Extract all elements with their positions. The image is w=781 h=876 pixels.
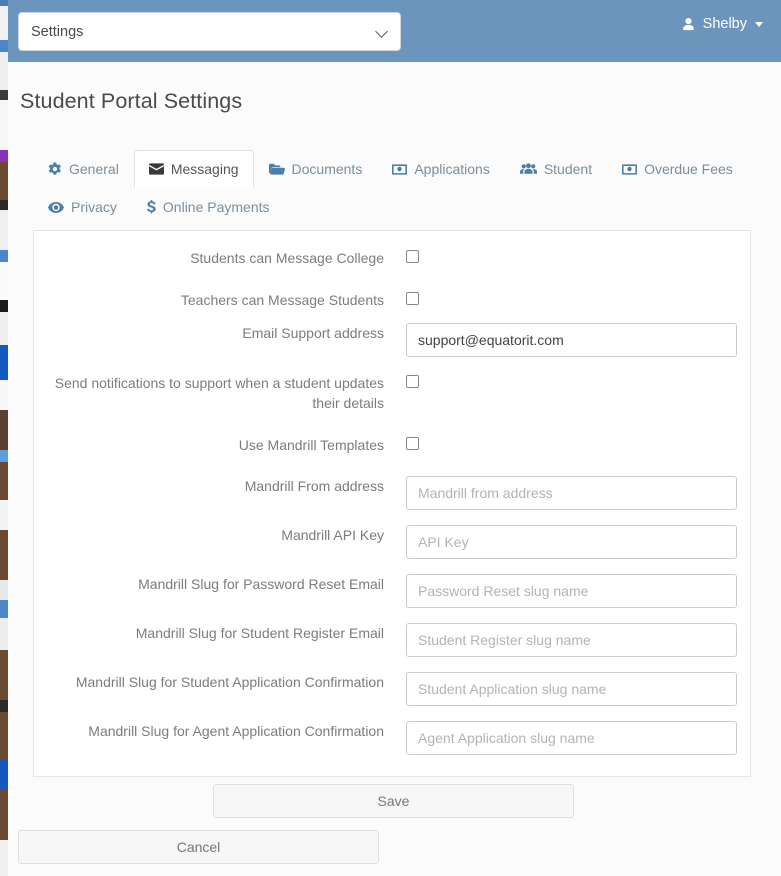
- field-control: [406, 476, 752, 510]
- field-label-mandrill-slug-agent-application: Mandrill Slug for Agent Application Conf…: [88, 723, 384, 739]
- tab-documents[interactable]: Documents: [254, 150, 378, 188]
- field-label-students-can-message-college: Students can Message College: [190, 250, 384, 266]
- form-row: Students can Message College: [34, 248, 752, 269]
- field-control: [406, 525, 752, 559]
- field-control: [406, 623, 752, 657]
- tab-label: Student: [543, 161, 593, 177]
- input-mandrill-slug-student-application[interactable]: [406, 672, 737, 706]
- tab-messaging[interactable]: Messaging: [133, 150, 254, 188]
- tab-label: Applications: [414, 161, 490, 177]
- input-mandrill-from-address[interactable]: [406, 476, 737, 510]
- tab-online-payments[interactable]: Online Payments: [132, 188, 285, 226]
- field-control: [406, 721, 752, 755]
- checkbox-students-can-message-college[interactable]: [406, 250, 419, 263]
- user-icon: [681, 17, 696, 32]
- cancel-button[interactable]: Cancel: [18, 830, 379, 864]
- folder-icon: [268, 163, 285, 175]
- tab-label: Overdue Fees: [644, 161, 733, 177]
- tab-label: Online Payments: [162, 199, 270, 215]
- checkbox-teachers-can-message-students[interactable]: [406, 292, 419, 305]
- settings-form-card: Students can Message College Teachers can…: [33, 230, 751, 777]
- field-control: [406, 574, 752, 608]
- field-label-teachers-can-message-students: Teachers can Message Students: [180, 292, 384, 308]
- field-label-mandrill-slug-password-reset: Mandrill Slug for Password Reset Email: [138, 576, 384, 592]
- form-row: Use Mandrill Templates: [34, 435, 752, 456]
- users-icon: [519, 163, 537, 175]
- form-row: Mandrill Slug for Agent Application Conf…: [34, 721, 752, 755]
- input-mandrill-slug-student-register[interactable]: [406, 623, 737, 657]
- tab-label: General: [69, 161, 119, 177]
- field-control: [406, 373, 752, 388]
- dollar-icon: [146, 200, 156, 214]
- field-label-mandrill-slug-student-register: Mandrill Slug for Student Register Email: [135, 625, 384, 641]
- tab-overdue-fees[interactable]: Overdue Fees: [607, 150, 748, 188]
- user-menu-label: Shelby: [702, 16, 747, 32]
- tab-student[interactable]: Student: [505, 150, 607, 188]
- checkbox-use-mandrill-templates[interactable]: [406, 437, 419, 450]
- top-header-bar: Settings Shelby: [8, 0, 781, 62]
- chevron-down-icon: [377, 26, 388, 37]
- page-content: Student Portal Settings General Messaging…: [8, 62, 781, 876]
- save-button[interactable]: Save: [213, 784, 574, 818]
- input-email-support-address[interactable]: [406, 323, 737, 357]
- context-select[interactable]: Settings: [18, 12, 401, 51]
- field-control: [406, 290, 752, 305]
- tab-label: Privacy: [71, 199, 117, 215]
- input-mandrill-slug-password-reset[interactable]: [406, 574, 737, 608]
- field-label-use-mandrill-templates: Use Mandrill Templates: [238, 437, 384, 453]
- field-label-mandrill-slug-student-application: Mandrill Slug for Student Application Co…: [75, 674, 384, 690]
- field-control: [406, 435, 752, 450]
- app-window: Settings Shelby Student Portal Settings …: [0, 0, 781, 876]
- caret-down-icon: [755, 21, 763, 27]
- envelope-icon: [148, 163, 164, 175]
- tab-privacy[interactable]: Privacy: [33, 188, 132, 226]
- money-icon: [392, 163, 408, 175]
- settings-tabs: General Messaging Documents Applications Stu…: [33, 150, 753, 226]
- form-row: Mandrill API Key: [34, 525, 752, 559]
- context-select-value: Settings: [31, 23, 84, 40]
- input-mandrill-slug-agent-application[interactable]: [406, 721, 737, 755]
- tab-label: Documents: [291, 161, 363, 177]
- field-label-mandrill-from-address: Mandrill From address: [244, 478, 384, 494]
- field-label-send-notifications-to-support: Send notifications to support when a stu…: [54, 375, 384, 411]
- field-control: [406, 323, 752, 357]
- money-icon: [622, 163, 638, 175]
- input-mandrill-api-key[interactable]: [406, 525, 737, 559]
- page-title: Student Portal Settings: [20, 89, 243, 113]
- form-row: Send notifications to support when a stu…: [34, 373, 752, 414]
- form-row: Mandrill From address: [34, 476, 752, 510]
- field-label-mandrill-api-key: Mandrill API Key: [281, 527, 384, 543]
- field-control: [406, 248, 752, 263]
- form-row: Email Support address: [34, 323, 752, 357]
- form-row: Mandrill Slug for Student Register Email: [34, 623, 752, 657]
- checkbox-send-notifications-to-support[interactable]: [406, 375, 419, 388]
- field-control: [406, 672, 752, 706]
- background-page-sliver: [0, 0, 8, 876]
- gear-icon: [48, 162, 62, 176]
- tab-label: Messaging: [170, 161, 239, 177]
- form-row: Mandrill Slug for Student Application Co…: [34, 672, 752, 706]
- form-row: Mandrill Slug for Password Reset Email: [34, 574, 752, 608]
- tab-applications[interactable]: Applications: [377, 150, 505, 188]
- form-row: Teachers can Message Students: [34, 290, 752, 311]
- eye-icon: [48, 201, 64, 213]
- field-label-email-support-address: Email Support address: [242, 325, 384, 341]
- user-menu[interactable]: Shelby: [681, 16, 763, 32]
- tab-general[interactable]: General: [33, 150, 134, 188]
